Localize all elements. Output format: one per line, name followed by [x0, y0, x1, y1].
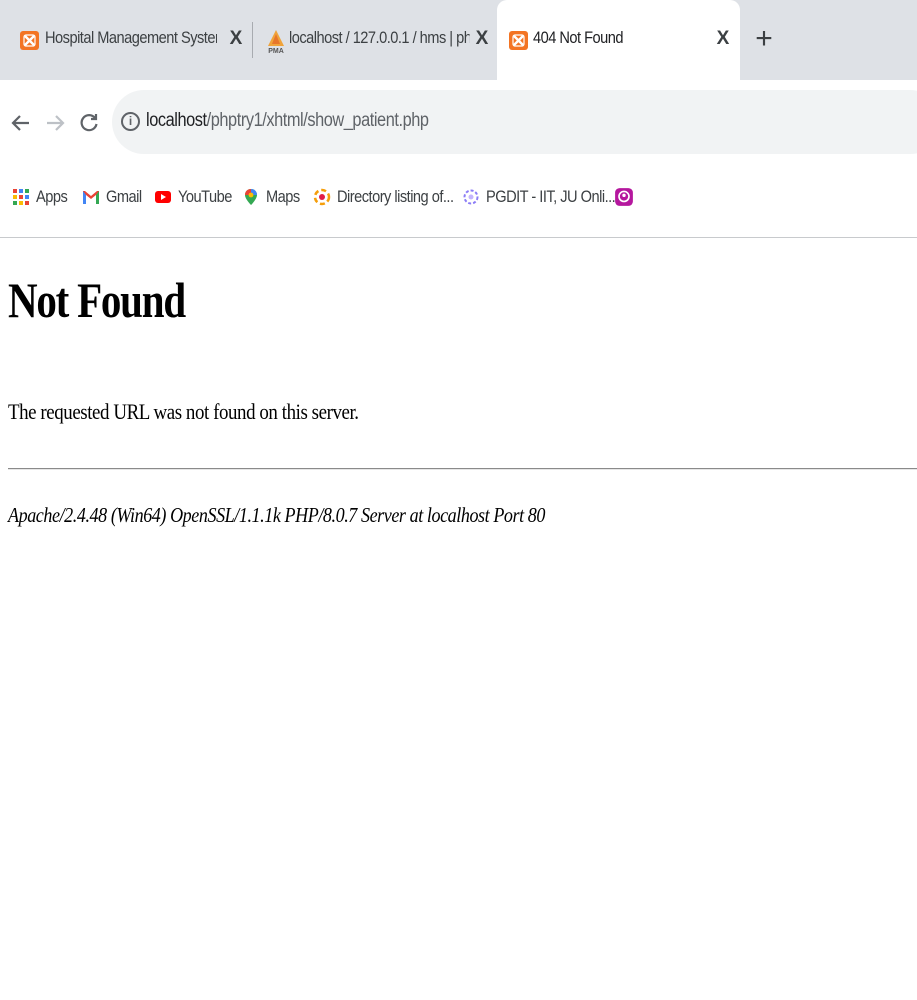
phpmyadmin-icon: PMA: [265, 28, 287, 55]
pgdit-icon: [463, 189, 479, 205]
bookmark-profile[interactable]: [614, 184, 634, 210]
maps-pin-icon: [245, 189, 257, 205]
bookmarks-bar: Apps Gmail YouTube Maps Directory listin…: [0, 166, 917, 238]
error-message: The requested URL was not found on this …: [8, 399, 359, 424]
arrow-right-icon: [47, 115, 65, 131]
reload-button[interactable]: [74, 108, 104, 138]
back-button[interactable]: [6, 108, 36, 138]
xampp-icon: [509, 31, 528, 50]
bookmark-label: Directory listing of...: [337, 187, 454, 206]
bookmark-gmail[interactable]: Gmail: [82, 184, 147, 210]
server-signature: Apache/2.4.48 (Win64) OpenSSL/1.1.1k PHP…: [8, 503, 546, 527]
tab-title: Hospital Management System: [45, 28, 217, 47]
info-icon[interactable]: i: [121, 112, 140, 131]
divider: [8, 468, 917, 470]
bookmark-directory-listing[interactable]: Directory listing of...: [313, 184, 472, 210]
page-title: Not Found: [8, 272, 186, 328]
bookmark-pgdit[interactable]: PGDIT - IIT, JU Onli...: [462, 184, 636, 210]
bookmark-apps[interactable]: Apps: [12, 184, 72, 210]
bookmark-maps[interactable]: Maps: [242, 184, 305, 210]
tab-close-button[interactable]: X: [472, 28, 492, 50]
tab-phpmyadmin[interactable]: PMA localhost / 127.0.0.1 / hms | phpM X: [253, 0, 496, 80]
gmail-icon: [83, 191, 99, 204]
bookmark-label: YouTube: [178, 187, 232, 206]
tab-close-button[interactable]: X: [226, 28, 246, 50]
new-tab-button[interactable]: +: [752, 24, 776, 54]
browser-toolbar: i localhost/phptry1/xhtml/show_patient.p…: [0, 80, 917, 166]
tab-title: localhost / 127.0.0.1 / hms | phpM: [289, 28, 470, 47]
bookmark-label: PGDIT - IIT, JU Onli...: [486, 187, 616, 206]
bookmark-youtube[interactable]: YouTube: [154, 184, 241, 210]
tab-title: 404 Not Found: [533, 28, 624, 47]
tab-strip: Hospital Management System X PMA localho…: [0, 0, 917, 80]
xampp-icon: [20, 31, 39, 50]
forward-button[interactable]: [40, 108, 70, 138]
bookmark-label: Maps: [266, 187, 300, 206]
tab-close-button[interactable]: X: [713, 28, 733, 50]
profile-bookmark-icon: [615, 188, 633, 206]
directory-listing-icon: [313, 188, 331, 206]
url-text: localhost/phptry1/xhtml/show_patient.php: [146, 110, 429, 131]
bookmark-label: Gmail: [106, 187, 142, 206]
apps-grid-icon: [13, 189, 29, 205]
page-content: Not Found The requested URL was not foun…: [0, 239, 917, 1000]
arrow-left-icon: [11, 115, 29, 131]
youtube-icon: [155, 191, 171, 203]
tab-hospital-management[interactable]: Hospital Management System X: [0, 0, 252, 80]
address-bar[interactable]: i localhost/phptry1/xhtml/show_patient.p…: [112, 90, 917, 154]
tab-404-not-found[interactable]: 404 Not Found X: [497, 0, 740, 80]
bookmark-label: Apps: [36, 187, 68, 206]
svg-text:PMA: PMA: [268, 48, 284, 54]
reload-icon: [80, 114, 98, 132]
